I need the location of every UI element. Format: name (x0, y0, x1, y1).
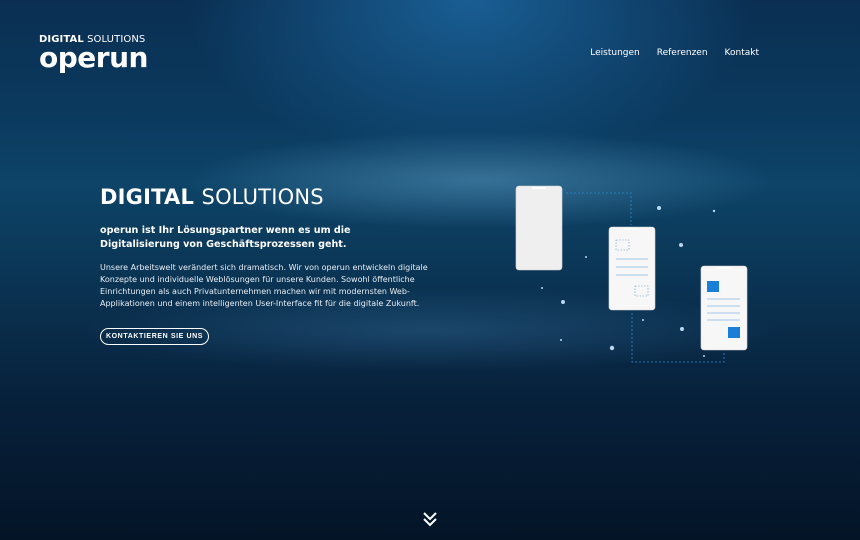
hero-section: DIGITAL SOLUTIONS operun ist Ihr Lösungs… (100, 185, 430, 310)
logo[interactable]: DIGITAL SOLUTIONS operun (39, 34, 148, 72)
nav-item-referenzen[interactable]: Referenzen (657, 48, 708, 58)
hero-lead: operun ist Ihr Lösungspartner wenn es um… (100, 225, 351, 250)
hero-title: DIGITAL SOLUTIONS (100, 185, 324, 209)
nav-item-kontakt[interactable]: Kontakt (725, 48, 759, 58)
phones-illustration (515, 185, 748, 363)
nav-item-leistungen[interactable]: Leistungen (590, 48, 639, 58)
phone-mockup-wireframe (608, 226, 656, 311)
phone-mockup-blank (515, 185, 563, 271)
contact-button[interactable]: KONTAKTIEREN SIE UNS (100, 328, 209, 345)
double-chevron-down-icon[interactable] (421, 510, 439, 528)
main-nav: Leistungen Referenzen Kontakt (590, 48, 759, 58)
phone-mockup-design (700, 265, 748, 351)
hero-body: Unsere Arbeitswelt verändert sich dramat… (100, 263, 428, 308)
logo-wordmark: operun (39, 41, 148, 74)
